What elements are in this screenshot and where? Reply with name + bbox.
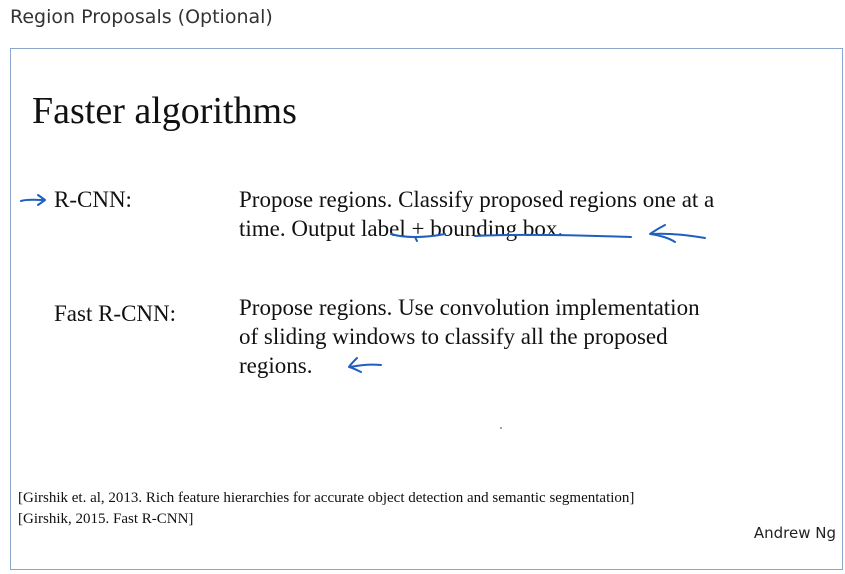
desc-fast-rcnn-line-2: of sliding windows to classify all the p…: [239, 324, 668, 349]
ink-arrow-left-small-icon: [348, 357, 382, 373]
term-fast-rcnn: Fast R-CNN:: [54, 301, 177, 326]
desc-fast-rcnn-line-1: Propose regions. Use convolution impleme…: [239, 295, 700, 320]
desc-rcnn-line-1: Propose regions. Classify proposed regio…: [239, 187, 715, 212]
slide-canvas: Faster algorithms R-CNN: Propose regions…: [10, 48, 843, 570]
ink-arrow-right-icon: [20, 194, 46, 206]
slide-title: Faster algorithms: [32, 90, 297, 132]
term-rcnn: R-CNN:: [54, 187, 132, 212]
desc-fast-rcnn: Propose regions. Use convolution impleme…: [239, 293, 700, 380]
author-name: Andrew Ng: [753, 524, 836, 542]
reference-2: [Girshik, 2015. Fast R-CNN]: [18, 511, 194, 527]
ink-underline-bounding-box: [474, 233, 632, 238]
lecture-title: Region Proposals (Optional): [10, 6, 273, 28]
ink-underline-label: [390, 233, 446, 242]
stray-dot: [500, 427, 502, 429]
reference-1: [Girshik et. al, 2013. Rich feature hier…: [18, 490, 635, 506]
ink-arrow-left-icon: [649, 224, 706, 243]
desc-fast-rcnn-line-3: regions.: [239, 353, 313, 378]
